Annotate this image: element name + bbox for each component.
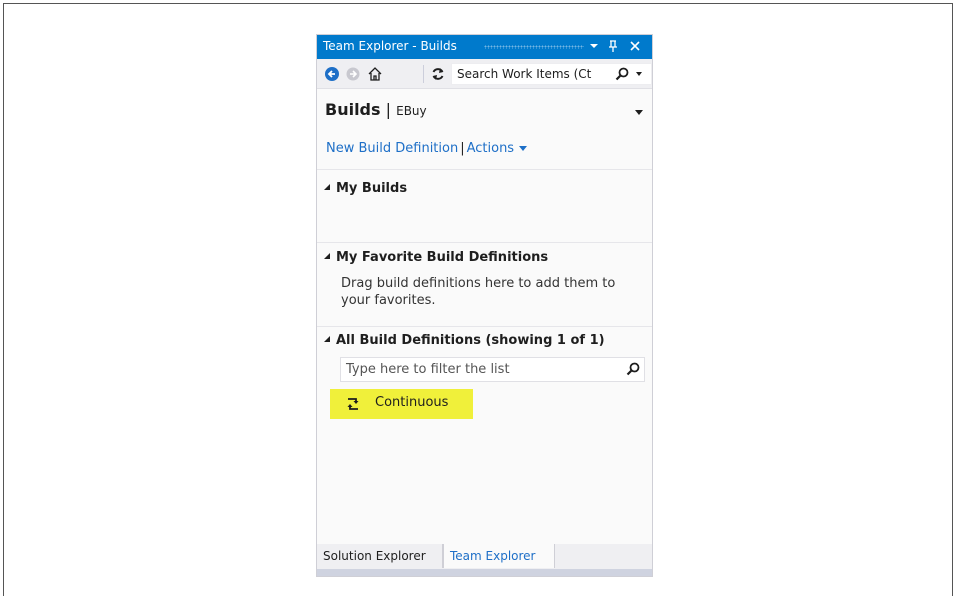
window-position-dropdown-icon[interactable] (588, 38, 600, 54)
my-builds-label: My Builds (336, 181, 408, 196)
forward-arrow-icon[interactable] (345, 66, 361, 82)
window-title: Team Explorer - Builds (323, 39, 457, 53)
filter-list-input[interactable]: Type here to filter the list (340, 357, 645, 382)
search-placeholder: Search Work Items (Ct (457, 67, 592, 81)
close-icon[interactable] (628, 38, 642, 54)
back-arrow-icon[interactable] (324, 66, 340, 82)
tab-team-explorer[interactable]: Team Explorer (443, 544, 555, 568)
home-icon[interactable] (367, 66, 383, 82)
build-actions-links: New Build Definition | Actions (326, 141, 528, 156)
favorites-label: My Favorite Build Definitions (336, 250, 549, 265)
page-title: Builds (325, 100, 381, 119)
toolbar-separator (423, 65, 424, 83)
page-header: Builds | EBuy (325, 100, 427, 119)
navigation-toolbar: Search Work Items (Ct (317, 59, 652, 88)
expanded-triangle-icon (324, 335, 330, 342)
divider (317, 326, 652, 327)
my-builds-section-header[interactable]: My Builds (324, 181, 407, 196)
actions-menu-link[interactable]: Actions (467, 141, 528, 156)
divider (317, 169, 652, 170)
links-separator: | (460, 141, 465, 156)
chevron-down-icon (519, 146, 528, 151)
divider (317, 242, 652, 243)
all-definitions-label: All Build Definitions (showing 1 of 1) (336, 333, 605, 348)
page-navigation-dropdown-icon[interactable] (635, 110, 643, 115)
build-definition-item[interactable]: Continuous (330, 389, 473, 419)
title-grip[interactable] (484, 45, 584, 49)
expanded-triangle-icon (324, 252, 330, 259)
team-explorer-panel: Team Explorer - Builds Search Work Items… (316, 34, 653, 577)
continuous-build-icon (345, 396, 361, 412)
build-definition-name: Continuous (375, 395, 449, 410)
favorites-hint: Drag build definitions here to add them … (341, 276, 616, 308)
search-work-items-input[interactable]: Search Work Items (Ct (451, 63, 652, 85)
pin-icon[interactable] (607, 38, 619, 54)
tool-window-tabs: Solution Explorer Team Explorer (317, 544, 652, 569)
search-options-dropdown-icon[interactable] (636, 72, 642, 76)
tab-solution-explorer[interactable]: Solution Explorer (317, 544, 443, 568)
builds-page: Builds | EBuy New Build Definition | Actio… (317, 88, 652, 544)
status-strip (317, 569, 652, 576)
actions-label: Actions (466, 141, 515, 156)
search-icon[interactable] (626, 362, 640, 376)
filter-placeholder: Type here to filter the list (346, 362, 510, 377)
favorites-section-header[interactable]: My Favorite Build Definitions (324, 250, 548, 265)
expanded-triangle-icon (324, 183, 330, 190)
all-definitions-section-header[interactable]: All Build Definitions (showing 1 of 1) (324, 333, 605, 348)
new-build-definition-link[interactable]: New Build Definition (326, 141, 458, 156)
page-title-separator: | (385, 100, 392, 119)
team-project-name: EBuy (396, 104, 427, 118)
refresh-icon[interactable] (430, 66, 446, 82)
search-icon[interactable] (615, 67, 629, 81)
title-bar: Team Explorer - Builds (317, 35, 652, 59)
